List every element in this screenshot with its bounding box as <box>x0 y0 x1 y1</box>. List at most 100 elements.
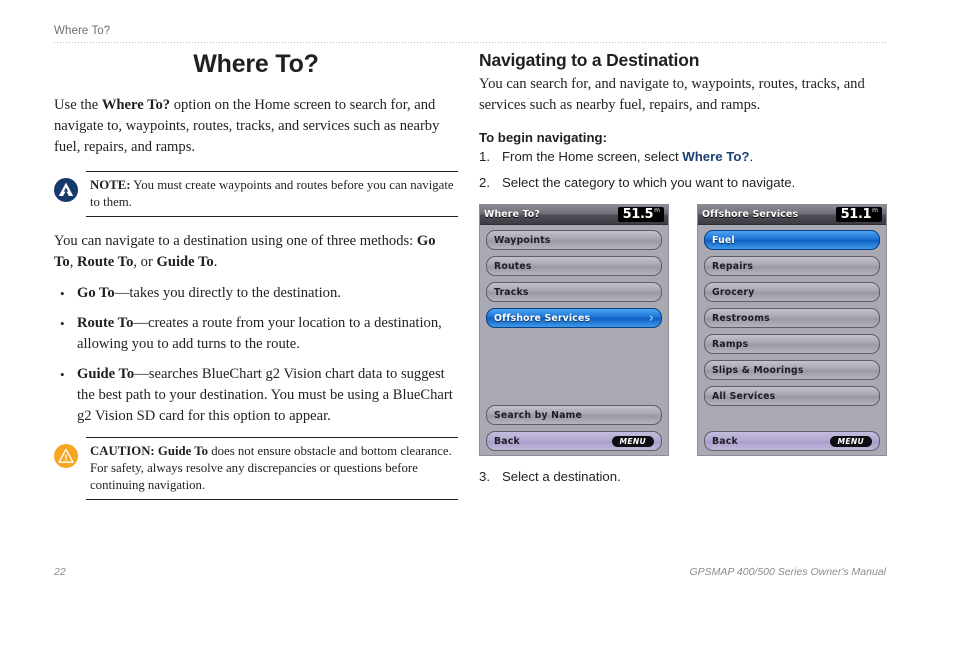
chevron-right-icon: › <box>648 310 654 326</box>
search-by-name-label: Search by Name <box>494 409 583 421</box>
running-header: Where To? <box>54 24 886 44</box>
step-text-0: From the Home screen, select <box>502 149 683 164</box>
device-menu-item-label: Ramps <box>712 338 749 350</box>
bullet-item: Guide To—searches BlueChart g2 Vision ch… <box>54 364 458 427</box>
device-body-left: Waypoints Routes Tracks Offshore Services › … <box>480 225 668 455</box>
right-column: Navigating to a Destination You can sear… <box>479 50 887 200</box>
device-menu-item-label: Fuel <box>712 234 735 246</box>
device-menu-item-label: Grocery <box>712 286 755 298</box>
device-menu-list-left: Waypoints Routes Tracks Offshore Services › <box>486 230 662 328</box>
depth-indicator-right: 51.1 m <box>835 207 882 222</box>
step-1: 1. From the Home screen, select Where To?… <box>479 148 887 166</box>
device-menu-item-label: Restrooms <box>712 312 770 324</box>
manual-title: GPSMAP 400/500 Series Owner's Manual <box>689 566 886 578</box>
note-callout: NOTE: You must create waypoints and rout… <box>54 171 458 217</box>
page-footer: 22 GPSMAP 400/500 Series Owner's Manual <box>54 566 886 578</box>
device-menu-item-all-services[interactable]: All Services <box>704 386 880 406</box>
device-title-left: Where To? <box>484 209 540 220</box>
text-run-4: , or <box>133 254 157 270</box>
depth-value-left: 51.5 <box>622 207 654 222</box>
step-text-0: Select the category to which you want to… <box>502 175 796 190</box>
step-text-2: . <box>749 149 754 164</box>
note-label: NOTE: <box>90 178 131 192</box>
device-menu-item-offshore-services[interactable]: Offshore Services › <box>486 308 662 328</box>
device-menu-item-ramps[interactable]: Ramps <box>704 334 880 354</box>
page-title: Where To? <box>193 50 319 78</box>
garmin-note-icon <box>54 178 78 202</box>
device-menu-item-routes[interactable]: Routes <box>486 256 662 276</box>
device-menu-item-label: Tracks <box>494 286 529 298</box>
running-header-rule <box>54 42 886 43</box>
device-menu-item-label: Offshore Services <box>494 312 591 324</box>
text-run-0: Guide To <box>77 366 135 382</box>
device-menu-item-label: Slips & Moorings <box>712 364 804 376</box>
methods-bullet-list: Go To—takes you directly to the destinat… <box>54 283 458 427</box>
device-menu-item-label: Routes <box>494 260 532 272</box>
device-menu-item-tracks[interactable]: Tracks <box>486 282 662 302</box>
warning-triangle-icon <box>54 444 78 468</box>
steps-heading: To begin navigating: <box>479 130 607 145</box>
device-screenshot-pair: Where To? 51.5 m Waypoints Routes Tracks Off… <box>479 204 887 456</box>
device-title-right: Offshore Services <box>702 209 799 220</box>
bullet-item: Route To—creates a route from your locat… <box>54 313 458 355</box>
device-menu-item-fuel[interactable]: Fuel <box>704 230 880 250</box>
depth-unit-left: m <box>654 207 660 214</box>
text-run-6: . <box>213 254 218 270</box>
step-3: 3. Select a destination. <box>479 468 887 486</box>
text-run-1: —searches BlueChart g2 Vision chart data… <box>77 366 453 424</box>
back-label-right: Back <box>712 435 738 447</box>
text-run-0: You can navigate to a destination using … <box>54 233 417 249</box>
device-menu-item-label: Waypoints <box>494 234 551 246</box>
step-2-number: 2. <box>479 175 490 190</box>
device-menu-list-right: Fuel Repairs Grocery Restrooms Ramps Slips & … <box>704 230 880 406</box>
text-run-0: Use the <box>54 97 102 113</box>
bullet-item: Go To—takes you directly to the destinat… <box>54 283 458 304</box>
device-screen-offshore-services: Offshore Services 51.1 m Fuel Repairs Groce… <box>697 204 887 456</box>
device-menu-item-repairs[interactable]: Repairs <box>704 256 880 276</box>
back-button-left[interactable]: Back MENU <box>486 431 662 451</box>
depth-unit-right: m <box>872 207 878 214</box>
back-label-left: Back <box>494 435 520 447</box>
text-run-1: —takes you directly to the destination. <box>114 285 341 301</box>
caution-text: CAUTION: Guide To does not ensure obstac… <box>86 443 458 494</box>
device-menu-item-label: Repairs <box>712 260 754 272</box>
page-number: 22 <box>54 566 66 578</box>
menu-pill-left[interactable]: MENU <box>611 435 654 447</box>
device-header-right: Offshore Services 51.1 m <box>698 205 886 225</box>
text-run-0: Route To <box>77 315 134 331</box>
step-3-number: 3. <box>479 469 490 484</box>
device-menu-item-waypoints[interactable]: Waypoints <box>486 230 662 250</box>
device-menu-item-restrooms[interactable]: Restrooms <box>704 308 880 328</box>
methods-paragraph: You can navigate to a destination using … <box>54 231 458 273</box>
device-menu-item-grocery[interactable]: Grocery <box>704 282 880 302</box>
text-run-0: Go To <box>77 285 115 301</box>
device-screen-where-to: Where To? 51.5 m Waypoints Routes Tracks Off… <box>479 204 669 456</box>
left-column: Where To? Use the Where To? option on th… <box>54 50 458 514</box>
section-intro-paragraph: You can search for, and navigate to, way… <box>479 76 865 113</box>
caution-callout: CAUTION: Guide To does not ensure obstac… <box>54 437 458 500</box>
device-menu-item-slips-moorings[interactable]: Slips & Moorings <box>704 360 880 380</box>
text-run-1: Where To? <box>101 97 171 113</box>
note-text: NOTE: You must create waypoints and rout… <box>86 177 458 211</box>
text-run-2: , <box>69 254 77 270</box>
section-title: Navigating to a Destination <box>479 50 700 70</box>
text-run-3: Route To <box>77 254 134 270</box>
steps-list: 1. From the Home screen, select Where To?… <box>479 148 887 192</box>
depth-indicator-left: 51.5 m <box>617 207 664 222</box>
step-1-number: 1. <box>479 149 490 164</box>
intro-paragraph: Use the Where To? option on the Home scr… <box>54 95 458 158</box>
device-header-left: Where To? 51.5 m <box>480 205 668 225</box>
step-3-text: Select a destination. <box>502 469 621 484</box>
step-link[interactable]: Where To? <box>682 149 749 164</box>
back-button-right[interactable]: Back MENU <box>704 431 880 451</box>
caution-label: CAUTION: Guide To <box>90 444 209 458</box>
device-body-right: Fuel Repairs Grocery Restrooms Ramps Slips & … <box>698 225 886 455</box>
running-header-text: Where To? <box>54 25 111 37</box>
search-by-name-button[interactable]: Search by Name <box>486 405 662 425</box>
device-menu-item-label: All Services <box>712 390 776 402</box>
menu-pill-right[interactable]: MENU <box>829 435 872 447</box>
depth-value-right: 51.1 <box>840 207 872 222</box>
step-2: 2. Select the category to which you want … <box>479 174 887 192</box>
final-step-wrapper: 3. Select a destination. <box>479 468 887 494</box>
note-body: You must create waypoints and routes bef… <box>90 178 454 209</box>
